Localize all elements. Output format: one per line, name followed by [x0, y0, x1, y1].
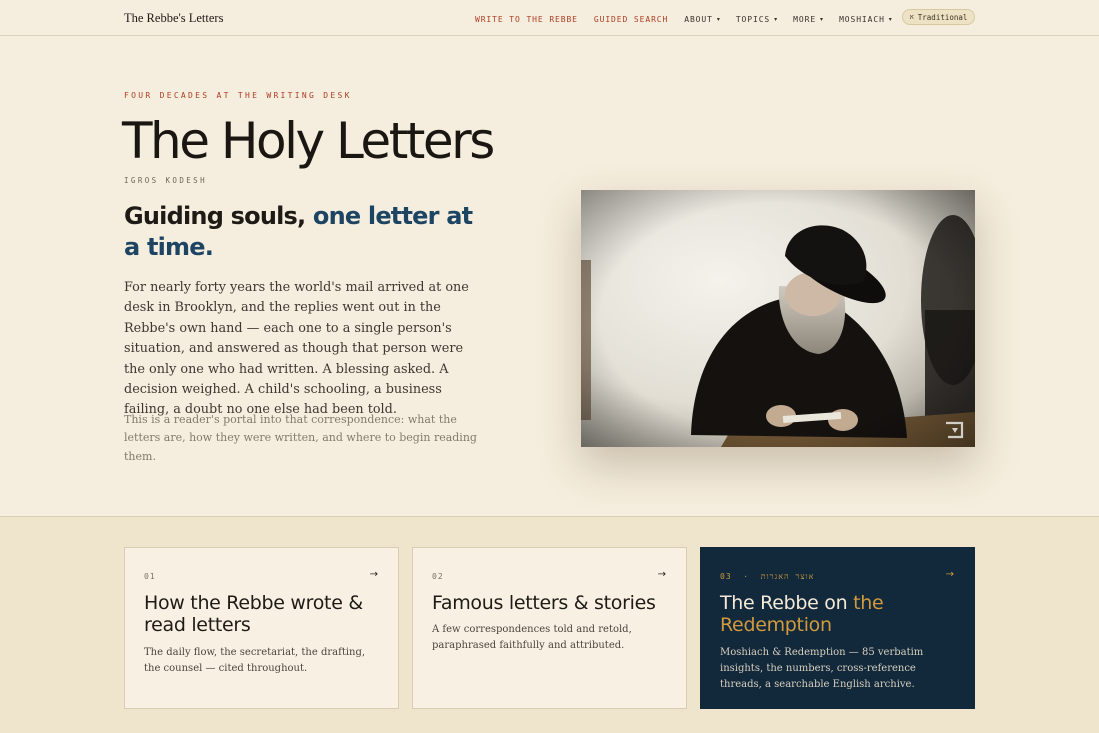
- card-rebbe-on-redemption[interactable]: 03 · אוצר האגרות → The Rebbe on the Rede…: [700, 547, 975, 709]
- nav-more-label: MORE: [793, 14, 817, 24]
- card-description: Moshiach & Redemption — 85 verbatim insi…: [720, 647, 924, 690]
- caret-down-icon: ▾: [820, 15, 824, 23]
- card-hebrew-label: אוצר האגרות: [760, 572, 815, 581]
- card-description: The daily flow, the secretariat, the dra…: [144, 647, 366, 674]
- card-famous-letters[interactable]: 02 → Famous letters & stories A few corr…: [412, 547, 687, 709]
- card-number: 01: [144, 572, 156, 581]
- card-number: 03: [720, 572, 732, 581]
- caret-down-icon: ▾: [716, 15, 720, 23]
- hero-lede: For nearly forty years the world's mail …: [124, 280, 469, 418]
- hero-tagline: Guiding souls, one letter at a time.: [124, 201, 484, 263]
- nav-about-label: ABOUT: [684, 14, 713, 24]
- page-title: The Holy Letters: [122, 112, 495, 170]
- rebbe-reading-letter-photo: [581, 190, 975, 447]
- arrow-right-icon: →: [369, 569, 378, 580]
- card-number: 02: [432, 572, 444, 581]
- card-description: A few correspondences told and retold, p…: [432, 624, 632, 651]
- card-title: Famous letters & stories: [432, 592, 656, 614]
- nav-about-dropdown[interactable]: ABOUT ▾: [684, 15, 720, 24]
- script-toggle-button[interactable]: א Traditional: [902, 9, 975, 25]
- nav-more-dropdown[interactable]: MORE ▾: [793, 15, 823, 24]
- arrow-right-icon: →: [657, 569, 666, 580]
- card-title: The Rebbe on the Redemption: [720, 592, 965, 636]
- hero-eyebrow: FOUR DECADES AT THE WRITING DESK: [124, 91, 352, 100]
- site-logo-link[interactable]: The Rebbe's Letters: [124, 11, 223, 26]
- script-toggle-label: Traditional: [917, 12, 968, 22]
- nav-moshiach-dropdown[interactable]: MOSHIACH ▾: [839, 15, 892, 24]
- card-separator: ·: [743, 572, 750, 581]
- archive-watermark-icon: [946, 421, 964, 439]
- hebrew-letter-icon: א: [909, 13, 914, 21]
- caret-down-icon: ▾: [774, 15, 778, 23]
- nav-topics-label: TOPICS: [735, 14, 771, 24]
- card-title: How the Rebbe wrote & read letters: [144, 592, 363, 636]
- hero-note: This is a reader's portal into that corr…: [124, 413, 477, 463]
- card-how-the-rebbe-wrote[interactable]: 01 → How the Rebbe wrote & read letters …: [124, 547, 399, 709]
- card-number-group: 03 · אוצר האגרות: [720, 572, 814, 581]
- caret-down-icon: ▾: [888, 15, 892, 23]
- arrow-right-icon: →: [945, 569, 954, 580]
- nav-guided-search[interactable]: GUIDED SEARCH: [594, 15, 668, 24]
- nav-moshiach-label: MOSHIACH: [839, 14, 885, 24]
- tagline-plain: Guiding souls,: [124, 202, 313, 230]
- page-subtitle: IGROS KODESH: [124, 176, 207, 185]
- nav-write-to-the-rebbe[interactable]: WRITE TO THE REBBE: [475, 15, 578, 24]
- card-title-plain: The Rebbe on: [720, 592, 854, 614]
- main-nav: WRITE TO THE REBBE GUIDED SEARCH ABOUT ▾…: [475, 13, 892, 25]
- top-navigation-bar: The Rebbe's Letters WRITE TO THE REBBE G…: [0, 0, 1099, 36]
- nav-topics-dropdown[interactable]: TOPICS ▾: [736, 15, 777, 24]
